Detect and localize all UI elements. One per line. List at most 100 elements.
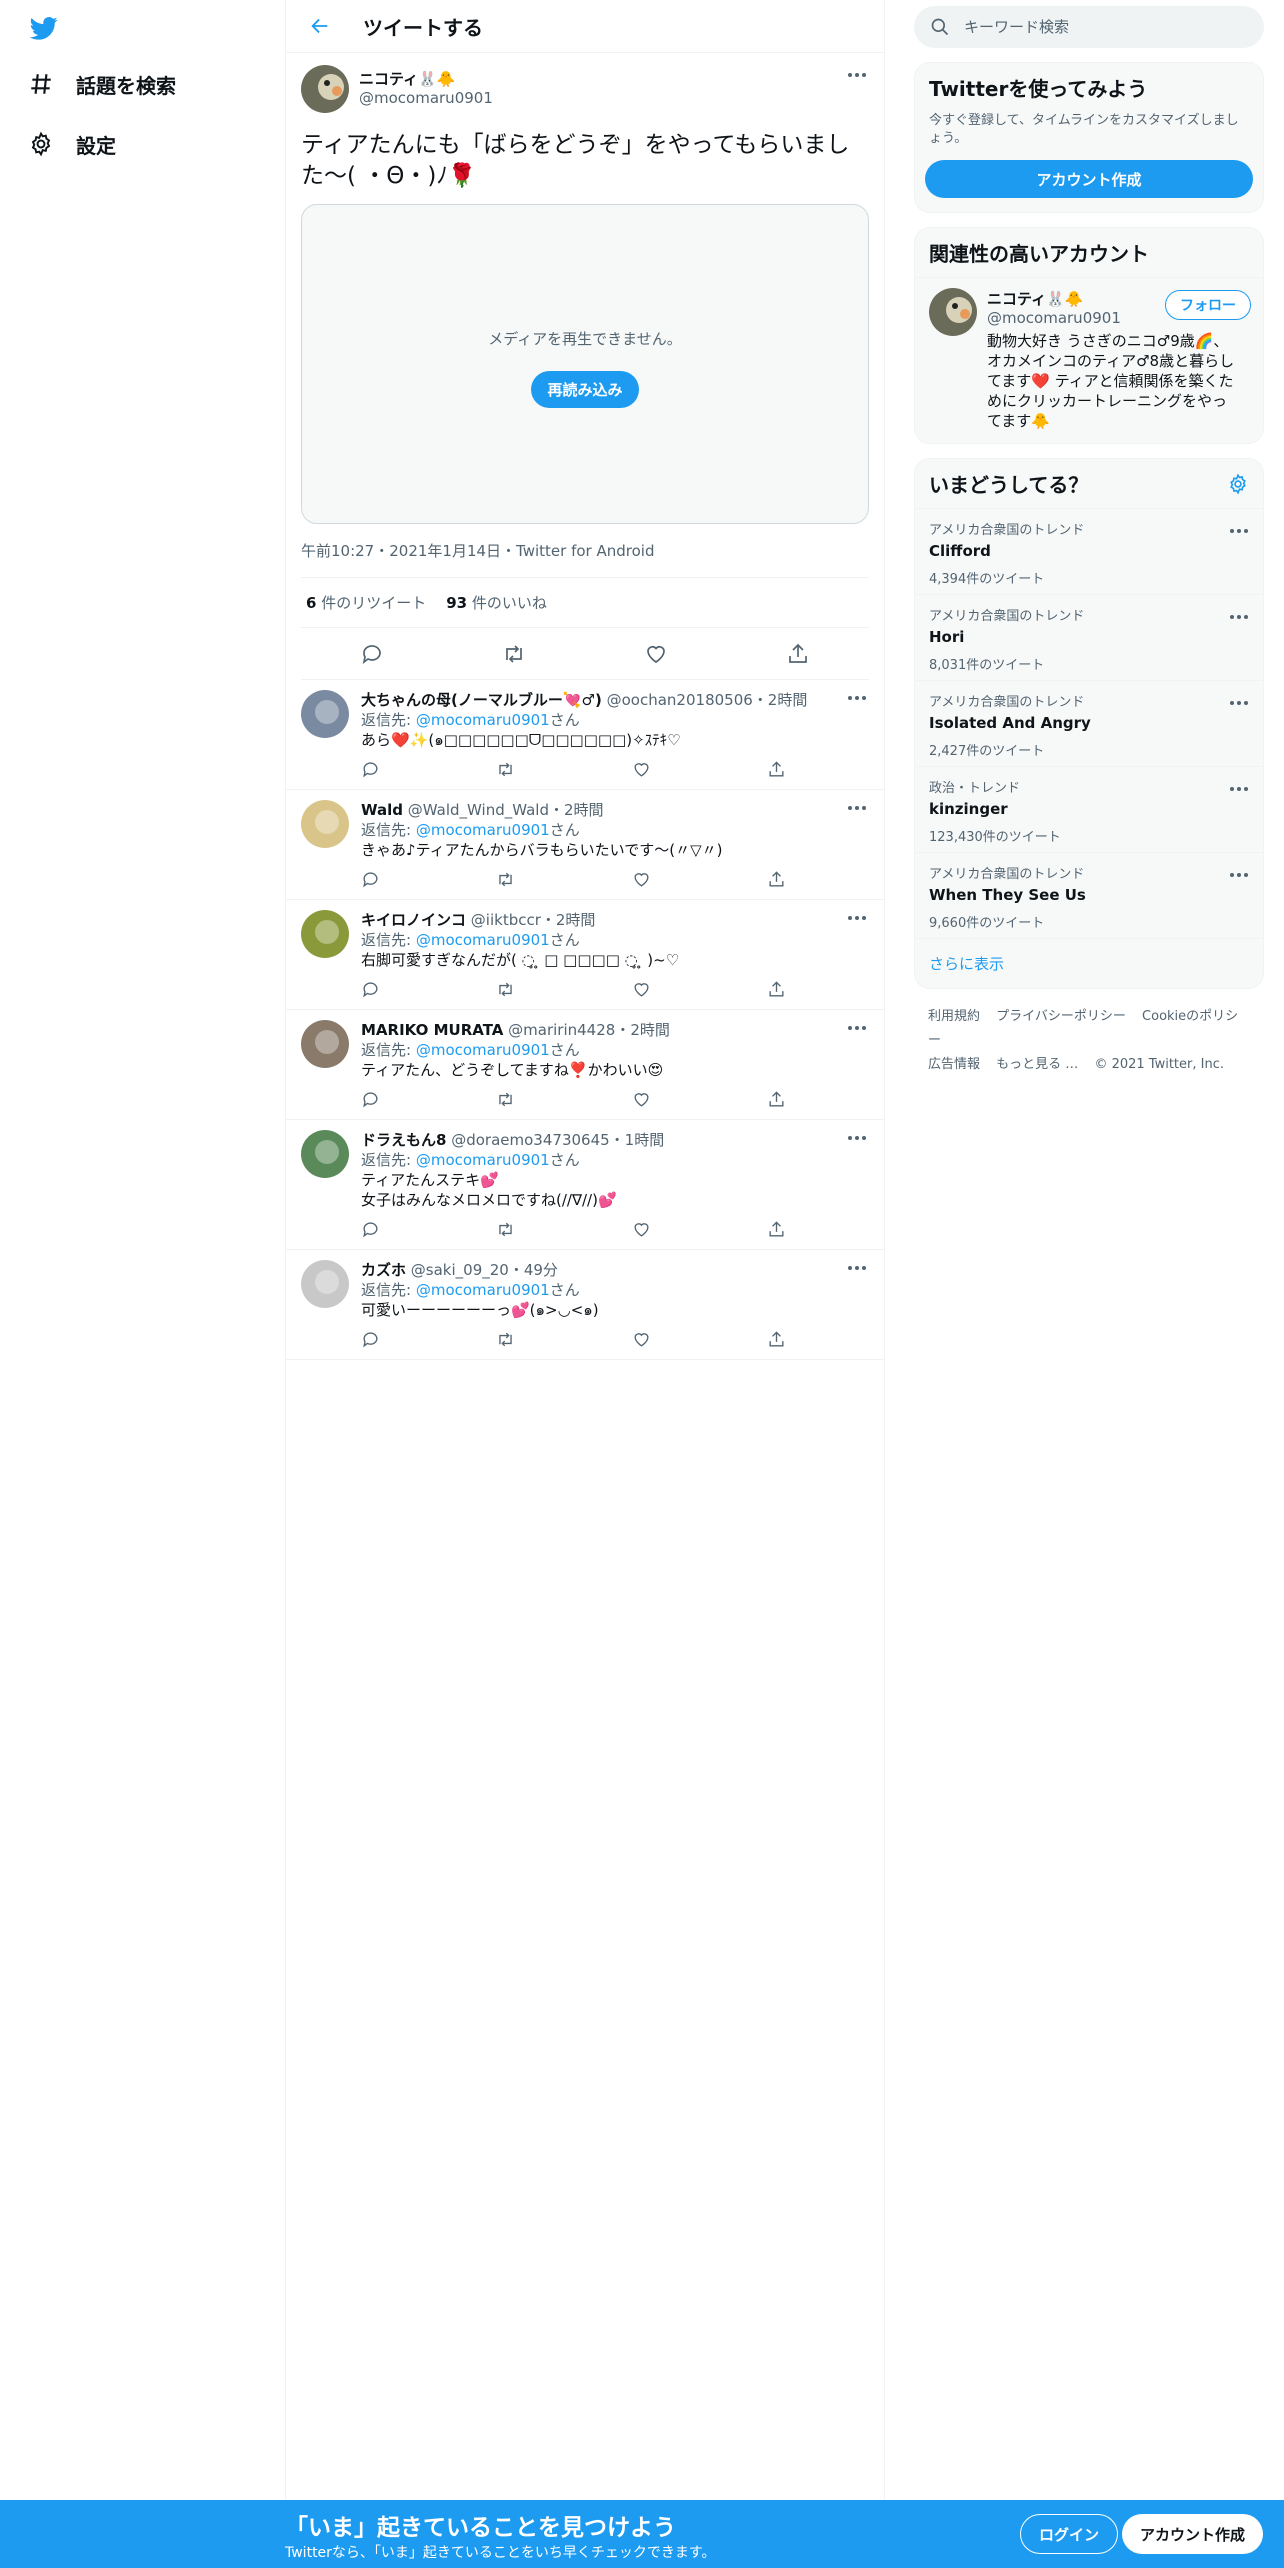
retweets-stat[interactable]: 6 件のリツイート: [306, 592, 426, 613]
reply-author-name[interactable]: キイロノインコ: [361, 911, 466, 929]
trend-item[interactable]: アメリカ合衆国のトレンド When They See Us 9,660件のツイート: [915, 852, 1263, 938]
reply-author-handle[interactable]: @saki_09_20: [411, 1261, 509, 1279]
like-icon[interactable]: [632, 980, 651, 999]
reply-author-name[interactable]: ドラえもん8: [361, 1131, 446, 1149]
login-button[interactable]: ログイン: [1020, 2514, 1119, 2554]
reply-time[interactable]: ・2時間: [615, 1021, 670, 1039]
like-icon[interactable]: [632, 1330, 651, 1349]
more-options-icon[interactable]: [1227, 609, 1251, 625]
share-icon[interactable]: [767, 1330, 786, 1349]
avatar[interactable]: [301, 690, 349, 738]
likes-stat[interactable]: 93 件のいいね: [446, 592, 547, 613]
search-input[interactable]: [964, 18, 1224, 36]
more-options-icon[interactable]: [845, 1020, 869, 1036]
reply-time[interactable]: ・49分: [509, 1261, 558, 1279]
reply-author-name[interactable]: 大ちゃんの母(ノーマルブルー💘♂): [361, 691, 602, 709]
related-account[interactable]: ニコティ🐰🐥 @mocomaru0901 動物大好き うさぎのニコ♂9歳🌈、オカ…: [915, 277, 1263, 443]
reply-author-handle[interactable]: @doraemo34730645: [451, 1131, 609, 1149]
reply-author-handle[interactable]: @Wald_Wind_Wald: [408, 801, 549, 819]
reply-icon[interactable]: [361, 1330, 380, 1349]
more-options-icon[interactable]: [1227, 781, 1251, 797]
share-icon[interactable]: [767, 870, 786, 889]
avatar[interactable]: [301, 910, 349, 958]
avatar[interactable]: [301, 1020, 349, 1068]
retweet-icon[interactable]: [496, 980, 515, 999]
reply-author-handle[interactable]: @iiktbccr: [471, 911, 541, 929]
search-box[interactable]: [914, 6, 1264, 48]
retweet-icon[interactable]: [496, 870, 515, 889]
like-icon[interactable]: [632, 870, 651, 889]
reply-author-name[interactable]: Wald: [361, 801, 403, 819]
reply-to-link[interactable]: @mocomaru0901: [416, 931, 550, 949]
like-icon[interactable]: [632, 1090, 651, 1109]
signup-button[interactable]: アカウント作成: [1122, 2514, 1264, 2554]
reply-time[interactable]: ・2時間: [753, 691, 808, 709]
reply-tweet[interactable]: Wald @Wald_Wind_Wald・2時間 返信先: @mocomaru09…: [286, 790, 884, 900]
nav-settings[interactable]: 設定: [28, 124, 116, 164]
avatar[interactable]: [929, 288, 977, 336]
like-icon[interactable]: [644, 642, 668, 666]
follow-button[interactable]: フォロー: [1165, 290, 1251, 320]
avatar[interactable]: [301, 1130, 349, 1178]
share-icon[interactable]: [767, 1090, 786, 1109]
more-options-icon[interactable]: [1227, 695, 1251, 711]
more-options-icon[interactable]: [845, 67, 869, 83]
reply-time[interactable]: ・1時間: [610, 1131, 665, 1149]
more-options-icon[interactable]: [845, 800, 869, 816]
reply-icon[interactable]: [361, 760, 380, 779]
footer-link[interactable]: 利用規約: [928, 1009, 980, 1024]
reply-to-link[interactable]: @mocomaru0901: [416, 1151, 550, 1169]
reply-tweet[interactable]: 大ちゃんの母(ノーマルブルー💘♂) @oochan20180506・2時間 返信先…: [286, 680, 884, 790]
footer-link[interactable]: 広告情報: [928, 1057, 980, 1072]
reply-tweet[interactable]: ドラえもん8 @doraemo34730645・1時間 返信先: @mocomar…: [286, 1120, 884, 1250]
retweet-icon[interactable]: [496, 1220, 515, 1239]
retweet-icon[interactable]: [496, 1090, 515, 1109]
more-options-icon[interactable]: [1227, 867, 1251, 883]
show-more-link[interactable]: さらに表示: [915, 938, 1263, 988]
reply-to-link[interactable]: @mocomaru0901: [416, 1281, 550, 1299]
reply-author-handle[interactable]: @oochan20180506: [607, 691, 753, 709]
tweet-timestamp[interactable]: 午前10:27・2021年1月14日・Twitter for Android: [301, 540, 869, 578]
avatar[interactable]: [301, 1260, 349, 1308]
reply-icon[interactable]: [361, 1220, 380, 1239]
share-icon[interactable]: [767, 760, 786, 779]
reply-time[interactable]: ・2時間: [549, 801, 604, 819]
reply-icon[interactable]: [361, 870, 380, 889]
retweet-icon[interactable]: [496, 760, 515, 779]
footer-link[interactable]: もっと見る …: [996, 1057, 1078, 1072]
reply-to-link[interactable]: @mocomaru0901: [416, 1041, 550, 1059]
author-name[interactable]: ニコティ🐰🐥: [359, 68, 493, 89]
tweet-author[interactable]: ニコティ🐰🐥 @mocomaru0901: [301, 65, 869, 115]
reply-to-link[interactable]: @mocomaru0901: [416, 711, 550, 729]
more-options-icon[interactable]: [845, 690, 869, 706]
share-icon[interactable]: [767, 1220, 786, 1239]
share-icon[interactable]: [786, 642, 810, 666]
trend-item[interactable]: アメリカ合衆国のトレンド Clifford 4,394件のツイート: [915, 508, 1263, 594]
share-icon[interactable]: [767, 980, 786, 999]
create-account-button[interactable]: アカウント作成: [925, 160, 1253, 198]
more-options-icon[interactable]: [1227, 523, 1251, 539]
footer-link[interactable]: プライバシーポリシー: [996, 1009, 1126, 1024]
back-button[interactable]: [302, 8, 338, 44]
reply-tweet[interactable]: カズホ @saki_09_20・49分 返信先: @mocomaru0901さん可…: [286, 1250, 884, 1360]
reply-to-link[interactable]: @mocomaru0901: [416, 821, 550, 839]
more-options-icon[interactable]: [845, 1130, 869, 1146]
avatar[interactable]: [301, 800, 349, 848]
gear-icon[interactable]: [1227, 473, 1249, 495]
retweet-icon[interactable]: [502, 642, 526, 666]
trend-item[interactable]: 政治・トレンド kinzinger 123,430件のツイート: [915, 766, 1263, 852]
reply-tweet[interactable]: キイロノインコ @iiktbccr・2時間 返信先: @mocomaru0901さ…: [286, 900, 884, 1010]
more-options-icon[interactable]: [845, 1260, 869, 1276]
reload-button[interactable]: 再読み込み: [531, 371, 639, 408]
reply-author-name[interactable]: MARIKO MURATA: [361, 1021, 503, 1039]
nav-explore[interactable]: 話題を検索: [28, 64, 176, 104]
twitter-bird-icon[interactable]: [28, 14, 64, 44]
reply-tweet[interactable]: MARIKO MURATA @maririn4428・2時間 返信先: @moco…: [286, 1010, 884, 1120]
reply-time[interactable]: ・2時間: [541, 911, 596, 929]
reply-icon[interactable]: [361, 1090, 380, 1109]
reply-author-handle[interactable]: @maririn4428: [508, 1021, 615, 1039]
reply-author-name[interactable]: カズホ: [361, 1261, 406, 1279]
trend-item[interactable]: アメリカ合衆国のトレンド Isolated And Angry 2,427件のツイー…: [915, 680, 1263, 766]
trend-item[interactable]: アメリカ合衆国のトレンド Hori 8,031件のツイート: [915, 594, 1263, 680]
author-handle[interactable]: @mocomaru0901: [359, 89, 493, 107]
